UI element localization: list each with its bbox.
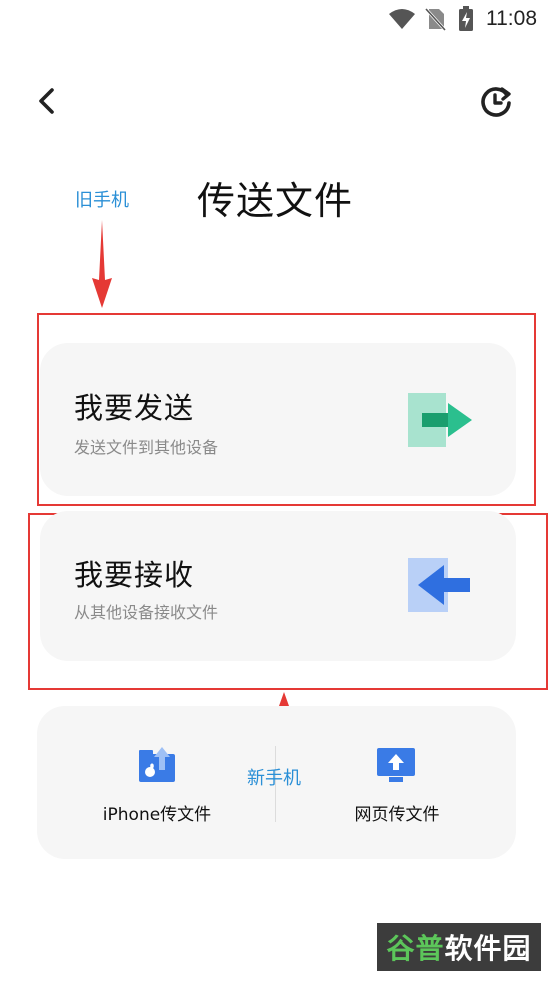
send-arrow-icon (408, 393, 472, 447)
annotation-old-phone: 旧手机 (75, 190, 129, 211)
annotation-arrow-down (92, 220, 112, 308)
web-transfer-option[interactable]: 网页传文件 (317, 736, 497, 836)
send-card-subtitle: 发送文件到其他设备 (74, 438, 219, 457)
battery-charging-icon (459, 6, 473, 31)
iphone-transfer-option[interactable]: iPhone传文件 (67, 736, 247, 836)
bottom-options-panel: iPhone传文件 新手机 网页传文件 (37, 706, 516, 859)
send-card-title: 我要发送 (74, 391, 195, 425)
wifi-icon (389, 9, 415, 29)
page-title: 传送文件 (197, 179, 354, 223)
watermark-logo: 谷普 软件园 (377, 923, 541, 971)
iphone-transfer-label: iPhone传文件 (102, 805, 212, 825)
status-time: 11:08 (486, 7, 537, 30)
history-button[interactable] (478, 84, 514, 120)
watermark-part1: 谷普 (386, 932, 445, 965)
receive-card-subtitle: 从其他设备接收文件 (74, 603, 219, 622)
send-card[interactable]: 我要发送 发送文件到其他设备 (40, 343, 516, 496)
receive-card-title: 我要接收 (74, 558, 195, 592)
iphone-upload-icon (139, 747, 175, 782)
watermark-part2: 软件园 (444, 932, 532, 965)
monitor-upload-icon (377, 748, 415, 782)
status-bar: 11:08 (380, 4, 550, 32)
no-sim-icon (424, 7, 446, 31)
back-button[interactable] (34, 86, 60, 116)
receive-card[interactable]: 我要接收 从其他设备接收文件 (40, 511, 516, 661)
annotation-new-phone: 新手机 (247, 768, 301, 789)
web-transfer-label: 网页传文件 (354, 805, 440, 825)
receive-arrow-icon (408, 558, 470, 612)
